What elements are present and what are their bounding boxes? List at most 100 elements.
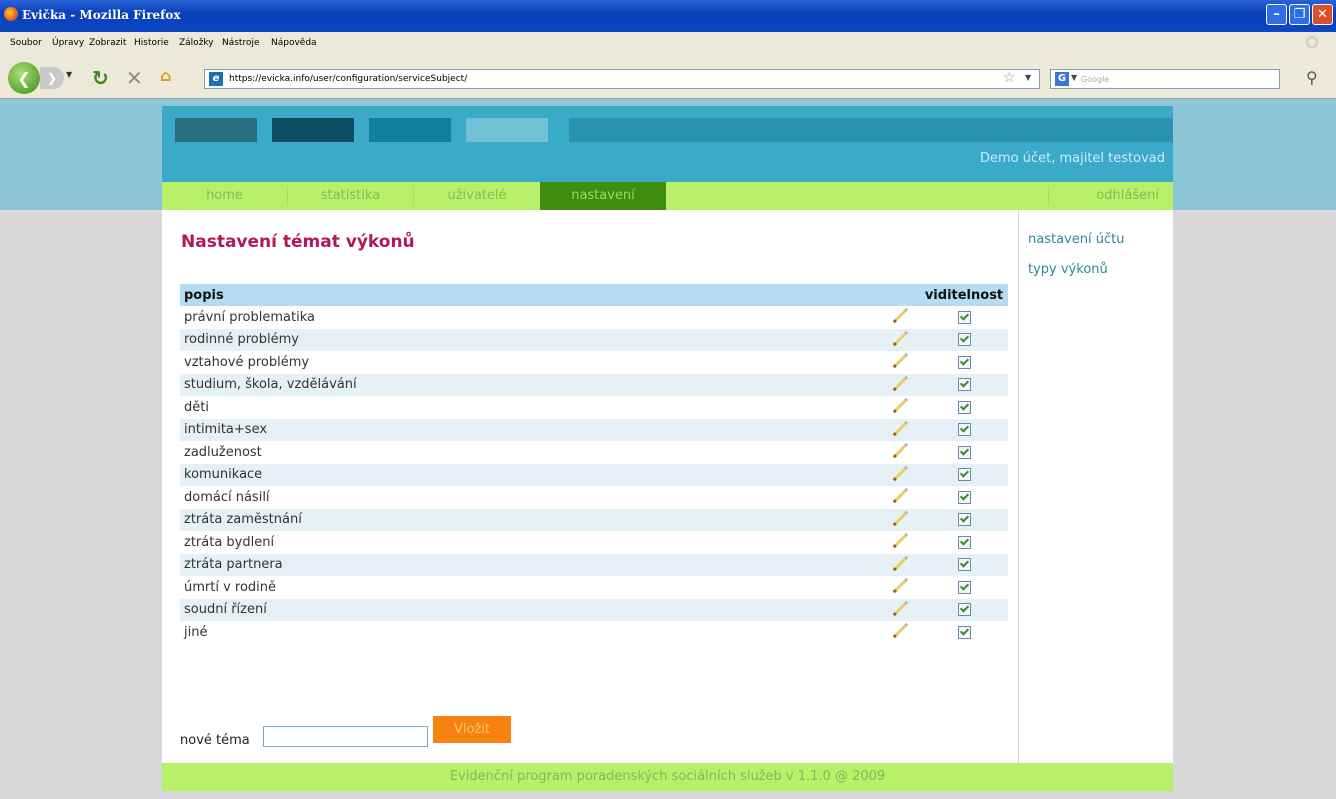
edit-pencil-icon[interactable] bbox=[892, 375, 908, 391]
reload-button[interactable]: ↻ bbox=[92, 66, 109, 90]
edit-pencil-icon[interactable] bbox=[892, 555, 908, 571]
visibility-checkbox[interactable] bbox=[957, 355, 971, 369]
edit-pencil-icon[interactable] bbox=[892, 442, 908, 458]
sidebar-link-service-types[interactable]: typy výkonů bbox=[1028, 262, 1108, 277]
edit-pencil-icon[interactable] bbox=[892, 397, 908, 413]
menu-upravy[interactable]: Úpravy bbox=[52, 38, 84, 48]
visibility-checkbox[interactable] bbox=[957, 535, 971, 549]
bookmark-star-icon[interactable]: ☆ bbox=[1003, 70, 1016, 86]
column-header-viditelnost: viditelnost bbox=[920, 284, 1008, 306]
google-search-engine-icon[interactable]: G bbox=[1055, 72, 1069, 86]
visibility-cell bbox=[920, 373, 1008, 396]
edit-pencil-icon[interactable] bbox=[892, 600, 908, 616]
edit-pencil-icon[interactable] bbox=[892, 330, 908, 346]
topic-label: děti bbox=[184, 399, 209, 415]
menu-napoveda[interactable]: Nápověda bbox=[271, 38, 317, 48]
edit-pencil-icon[interactable] bbox=[892, 465, 908, 481]
edit-pencil-icon[interactable] bbox=[892, 307, 908, 323]
visibility-checkbox[interactable] bbox=[957, 580, 971, 594]
insert-button[interactable]: Vložit bbox=[433, 716, 511, 743]
edit-pencil-icon[interactable] bbox=[892, 622, 908, 638]
edit-pencil-icon[interactable] bbox=[892, 487, 908, 503]
edit-pencil-icon[interactable] bbox=[892, 532, 908, 548]
menu-zobrazit[interactable]: Zobrazit bbox=[89, 38, 126, 48]
visibility-checkbox[interactable] bbox=[957, 468, 971, 482]
stop-button[interactable]: ✕ bbox=[126, 66, 143, 90]
edit-pencil-icon[interactable] bbox=[892, 352, 908, 368]
nav-tab-uzivatele[interactable]: uživatelé bbox=[414, 182, 540, 210]
menu-zalozky[interactable]: Záložky bbox=[179, 38, 214, 48]
table-row: soudní řízení bbox=[180, 598, 1008, 621]
home-button[interactable]: ⌂ bbox=[160, 66, 171, 85]
close-button[interactable]: ✕ bbox=[1312, 4, 1333, 25]
back-button[interactable]: ❮ bbox=[8, 62, 40, 94]
visibility-cell bbox=[920, 351, 1008, 374]
edit-pencil-icon[interactable] bbox=[892, 420, 908, 436]
topic-label: intimita+sex bbox=[180, 418, 880, 441]
table-row: studium, škola, vzdělávání bbox=[180, 373, 1008, 396]
menu-historie[interactable]: Historie bbox=[134, 38, 169, 48]
topic-label: zadluženost bbox=[184, 444, 262, 460]
new-topic-input[interactable] bbox=[263, 726, 428, 747]
edit-cell bbox=[880, 553, 920, 576]
visibility-checkbox[interactable] bbox=[957, 603, 971, 617]
minimize-button[interactable]: – bbox=[1266, 4, 1287, 25]
edit-cell bbox=[880, 328, 920, 351]
nav-tab-statistika[interactable]: statistika bbox=[288, 182, 413, 210]
edit-pencil-icon[interactable] bbox=[892, 577, 908, 593]
edit-pencil-icon[interactable] bbox=[892, 510, 908, 526]
visibility-checkbox[interactable] bbox=[957, 423, 971, 437]
topic-label: komunikace bbox=[180, 463, 880, 486]
visibility-cell bbox=[920, 486, 1008, 509]
new-topic-label: nové téma bbox=[180, 733, 250, 748]
header-block bbox=[369, 118, 451, 142]
nav-tab-nastaveni[interactable]: nastavení bbox=[540, 182, 666, 210]
page-footer: Evidenční program poradenských sociálníc… bbox=[162, 763, 1173, 791]
table-header-row: popis viditelnost bbox=[180, 284, 1008, 306]
visibility-cell bbox=[920, 306, 1008, 329]
visibility-checkbox[interactable] bbox=[957, 490, 971, 504]
url-text: https://evicka.info/user/configuration/s… bbox=[229, 74, 468, 84]
user-info: Demo účet, majitel testovad bbox=[979, 151, 1165, 166]
url-dropdown-icon[interactable]: ▼ bbox=[1025, 73, 1031, 82]
visibility-cell bbox=[920, 441, 1008, 464]
history-dropdown-icon[interactable]: ▼ bbox=[66, 70, 72, 79]
site-identity-icon[interactable]: e bbox=[209, 72, 223, 86]
visibility-checkbox[interactable] bbox=[957, 513, 971, 527]
edit-cell bbox=[880, 373, 920, 396]
table-row: intimita+sex bbox=[180, 418, 1008, 441]
table-row: ztráta partnera bbox=[180, 553, 1008, 576]
menu-nastroje[interactable]: Nástroje bbox=[222, 38, 260, 48]
table-row: domácí násilí bbox=[180, 486, 1008, 509]
topic-label: studium, škola, vzdělávání bbox=[180, 373, 880, 396]
table-row: úmrtí v rodině bbox=[180, 576, 1008, 599]
url-bar[interactable]: e https://evicka.info/user/configuration… bbox=[204, 69, 1040, 89]
logout-link[interactable]: odhlášení bbox=[1049, 182, 1173, 210]
column-header-popis: popis bbox=[180, 284, 880, 306]
forward-button[interactable]: ❯ bbox=[40, 67, 64, 89]
menu-soubor[interactable]: Soubor bbox=[10, 38, 42, 48]
table-row: děti bbox=[180, 396, 1008, 419]
edit-cell bbox=[880, 576, 920, 599]
sidebar-link-account-settings[interactable]: nastavení účtu bbox=[1028, 232, 1124, 247]
visibility-checkbox[interactable] bbox=[957, 400, 971, 414]
visibility-checkbox[interactable] bbox=[957, 445, 971, 459]
edit-cell bbox=[880, 351, 920, 374]
visibility-checkbox[interactable] bbox=[957, 378, 971, 392]
edit-cell bbox=[880, 598, 920, 621]
maximize-button[interactable]: ❐ bbox=[1289, 4, 1310, 25]
search-engine-dropdown-icon[interactable]: ▼ bbox=[1071, 73, 1077, 82]
search-go-icon[interactable]: ⚲ bbox=[1306, 68, 1318, 87]
page-title: Nastavení témat výkonů bbox=[181, 232, 415, 252]
visibility-checkbox[interactable] bbox=[957, 558, 971, 572]
search-bar[interactable]: G ▼ Google bbox=[1050, 69, 1280, 89]
visibility-checkbox[interactable] bbox=[957, 333, 971, 347]
topic-label: domácí násilí bbox=[184, 489, 270, 505]
topic-label: úmrtí v rodině bbox=[184, 579, 277, 595]
nav-tab-home[interactable]: home bbox=[162, 182, 287, 210]
table-row: jiné bbox=[180, 621, 1008, 644]
visibility-checkbox[interactable] bbox=[957, 625, 971, 639]
topic-label: právní problematika bbox=[184, 309, 315, 325]
visibility-checkbox[interactable] bbox=[957, 310, 971, 324]
table-row: ztráta zaměstnání bbox=[180, 508, 1008, 531]
